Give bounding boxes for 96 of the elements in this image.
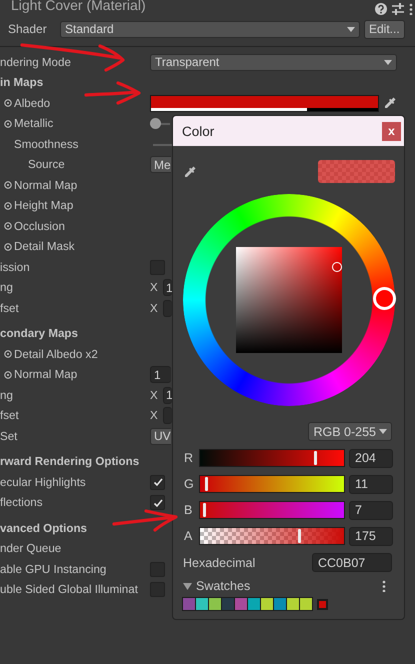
property-label: flections (0, 496, 43, 510)
property-label: Occlusion (14, 220, 65, 233)
channel-label: G (184, 477, 195, 491)
more-menu-icon (409, 3, 413, 15)
property-label: Normal Map (14, 178, 78, 192)
property-label: able GPU Instancing (0, 562, 106, 576)
eyedropper-icon (183, 164, 197, 178)
number-field[interactable] (163, 407, 172, 424)
axis-label: X (150, 409, 159, 422)
property-label: fset (0, 409, 19, 422)
color-swatch[interactable] (221, 597, 235, 611)
channel-label: B (184, 503, 194, 517)
arrow-annotation (84, 81, 141, 105)
channel-label: A (184, 529, 194, 543)
slider-track[interactable] (150, 118, 170, 130)
axis-label: X (150, 388, 159, 402)
checkmark-icon (152, 476, 164, 488)
eyedropper-icon (383, 96, 397, 110)
checkmark-icon (152, 496, 164, 509)
dropdown[interactable]: Me (150, 156, 171, 174)
dialog-title: Color (182, 124, 214, 138)
help-icon (375, 3, 387, 15)
edit-button[interactable]: Edit... (364, 20, 405, 38)
property-label: Smoothness (14, 138, 78, 151)
value-field[interactable]: 7 (349, 500, 393, 520)
saturation-value-square[interactable] (236, 247, 342, 353)
slider-track[interactable] (199, 501, 345, 519)
section-heading: in Maps (0, 76, 44, 90)
color-swatch[interactable] (195, 597, 209, 611)
property-label: ndering Mode (0, 56, 71, 69)
number-field[interactable]: 1 (163, 386, 172, 404)
color-swatch[interactable] (299, 597, 313, 611)
number-field[interactable] (163, 300, 172, 317)
color-swatch[interactable] (260, 597, 274, 611)
property-label: Detail Albedo x2 (14, 348, 98, 361)
color-swatch[interactable] (286, 597, 300, 611)
dropdown[interactable]: Transparent (150, 54, 397, 71)
property-label: Detail Mask (14, 240, 75, 254)
color-handle[interactable] (332, 262, 342, 272)
property-label: ecular Highlights (0, 476, 86, 489)
slider-track[interactable] (199, 475, 345, 493)
shader-dropdown[interactable]: Standard (60, 20, 360, 38)
slider-thumb[interactable] (314, 451, 318, 465)
color-swatch[interactable] (273, 597, 287, 611)
slider-knob[interactable] (150, 118, 161, 130)
property-label: uble Sided Global Illuminat (0, 583, 138, 596)
value-field[interactable]: 175 (349, 526, 393, 546)
color-swatch[interactable] (182, 597, 196, 611)
settings-sliders-icon (392, 3, 404, 15)
arrow-annotation (112, 509, 178, 532)
add-swatch-button[interactable] (317, 598, 328, 610)
slider-thumb[interactable] (298, 529, 301, 543)
dropdown[interactable]: UV (150, 428, 171, 445)
color-field[interactable] (150, 94, 379, 112)
property-label: Height Map (14, 199, 74, 212)
color-swatch[interactable] (208, 597, 222, 611)
checkbox[interactable] (150, 474, 165, 490)
checkbox[interactable] (150, 495, 165, 510)
slider-track[interactable] (199, 449, 345, 467)
slider-thumb[interactable] (205, 477, 208, 491)
number-field[interactable]: 1 (163, 279, 172, 296)
caret-icon (379, 429, 387, 434)
property-label: nder Queue (0, 542, 62, 556)
caret-icon (384, 60, 392, 65)
section-heading: rward Rendering Options (0, 455, 140, 468)
value-field[interactable]: 11 (349, 474, 393, 494)
color-swatch[interactable] (234, 597, 248, 611)
hex-field[interactable]: CC0B07 (312, 553, 392, 572)
color-swatch[interactable] (247, 597, 261, 611)
number-field[interactable]: 1 (150, 366, 171, 384)
value-field[interactable]: 204 (349, 448, 393, 468)
section-heading: vanced Options (0, 522, 87, 535)
slider-track[interactable] (199, 527, 345, 545)
window-title: Light Cover (Material) (11, 0, 146, 14)
mode-dropdown[interactable]: RGB 0-255 (308, 422, 392, 441)
axis-label: X (150, 281, 159, 294)
property-label: ng (0, 388, 13, 402)
property-label: Albedo (14, 96, 50, 110)
hex-label: Hexadecimal (183, 556, 256, 570)
caret-icon (347, 26, 355, 32)
section-heading: condary Maps (0, 327, 78, 340)
close-button[interactable]: x (382, 122, 401, 140)
property-label: Source (28, 158, 65, 172)
more-menu-icon (382, 580, 386, 592)
shader-label: Shader (8, 22, 48, 36)
property-label: ission (0, 260, 30, 274)
axis-label: X (150, 302, 159, 315)
property-label: Metallic (14, 117, 54, 130)
channel-label: R (184, 451, 194, 465)
collapse-triangle-icon (183, 582, 192, 590)
swatches-label[interactable]: Swatches (196, 579, 250, 593)
property-label: Set (0, 430, 18, 443)
property-label: Normal Map (14, 368, 78, 382)
property-label: ng (0, 281, 13, 294)
property-label: fset (0, 302, 19, 315)
slider-thumb[interactable] (202, 503, 206, 517)
